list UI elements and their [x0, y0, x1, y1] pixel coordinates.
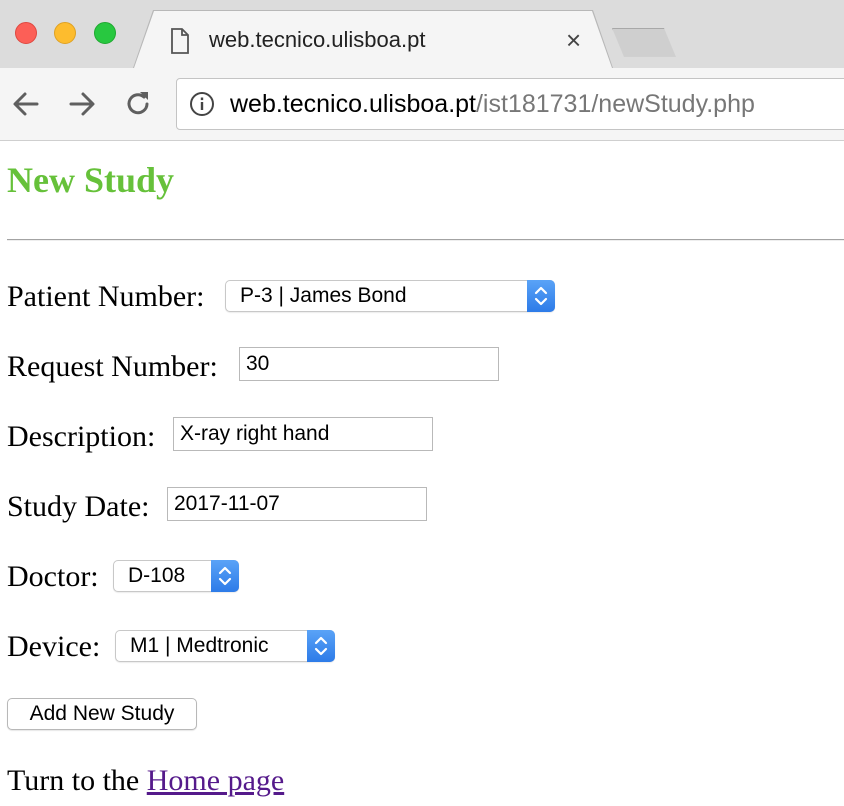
study-date-label: Study Date:: [7, 490, 150, 524]
patient-number-label: Patient Number:: [7, 280, 205, 314]
description-label: Description:: [7, 420, 156, 454]
device-value: M1 | Medtronic: [130, 634, 269, 657]
close-window-button[interactable]: [15, 22, 37, 44]
horizontal-rule: [7, 239, 844, 241]
url-text: web.tecnico.ulisboa.pt/ist181731/newStud…: [230, 89, 755, 119]
study-date-row: Study Date:: [7, 487, 150, 525]
device-label: Device:: [7, 630, 101, 664]
patient-number-select[interactable]: P-3 | James Bond: [225, 280, 555, 312]
study-date-input[interactable]: 2017-11-07: [167, 487, 427, 521]
device-row: Device:: [7, 627, 100, 665]
close-icon[interactable]: ×: [566, 26, 581, 54]
request-row: Request Number:: [7, 347, 218, 385]
select-arrows-icon: [307, 630, 335, 662]
add-new-study-button[interactable]: Add New Study: [7, 698, 197, 730]
doctor-select[interactable]: D-108: [113, 560, 239, 592]
patient-number-value: P-3 | James Bond: [240, 284, 407, 307]
info-icon[interactable]: [189, 91, 215, 117]
description-input[interactable]: X-ray right hand: [173, 417, 433, 451]
forward-arrow-icon[interactable]: [66, 88, 98, 120]
tab-title: web.tecnico.ulisboa.pt: [209, 27, 426, 52]
back-arrow-icon[interactable]: [10, 88, 42, 120]
url-host: web.tecnico.ulisboa.pt: [230, 90, 476, 118]
home-page-link[interactable]: Home page: [147, 764, 284, 797]
url-path: /ist181731/newStudy.php: [475, 90, 755, 118]
doctor-row: Doctor:: [7, 557, 99, 595]
maximize-window-button[interactable]: [94, 22, 116, 44]
minimize-window-button[interactable]: [54, 22, 76, 44]
select-arrows-icon: [211, 560, 239, 592]
document-icon: [171, 28, 189, 54]
footer-text: Turn to the Home page: [7, 763, 284, 799]
reload-icon[interactable]: [122, 88, 154, 120]
select-arrows-icon: [527, 280, 555, 312]
request-number-label: Request Number:: [7, 350, 218, 384]
device-select[interactable]: M1 | Medtronic: [115, 630, 335, 662]
description-row: Description:: [7, 417, 155, 455]
request-number-input[interactable]: 30: [239, 347, 499, 381]
footer-prefix: Turn to the: [7, 764, 147, 797]
patient-row: Patient Number:: [7, 277, 204, 315]
page-title: New Study: [7, 160, 175, 200]
doctor-label: Doctor:: [7, 560, 99, 594]
doctor-value: D-108: [128, 564, 186, 587]
